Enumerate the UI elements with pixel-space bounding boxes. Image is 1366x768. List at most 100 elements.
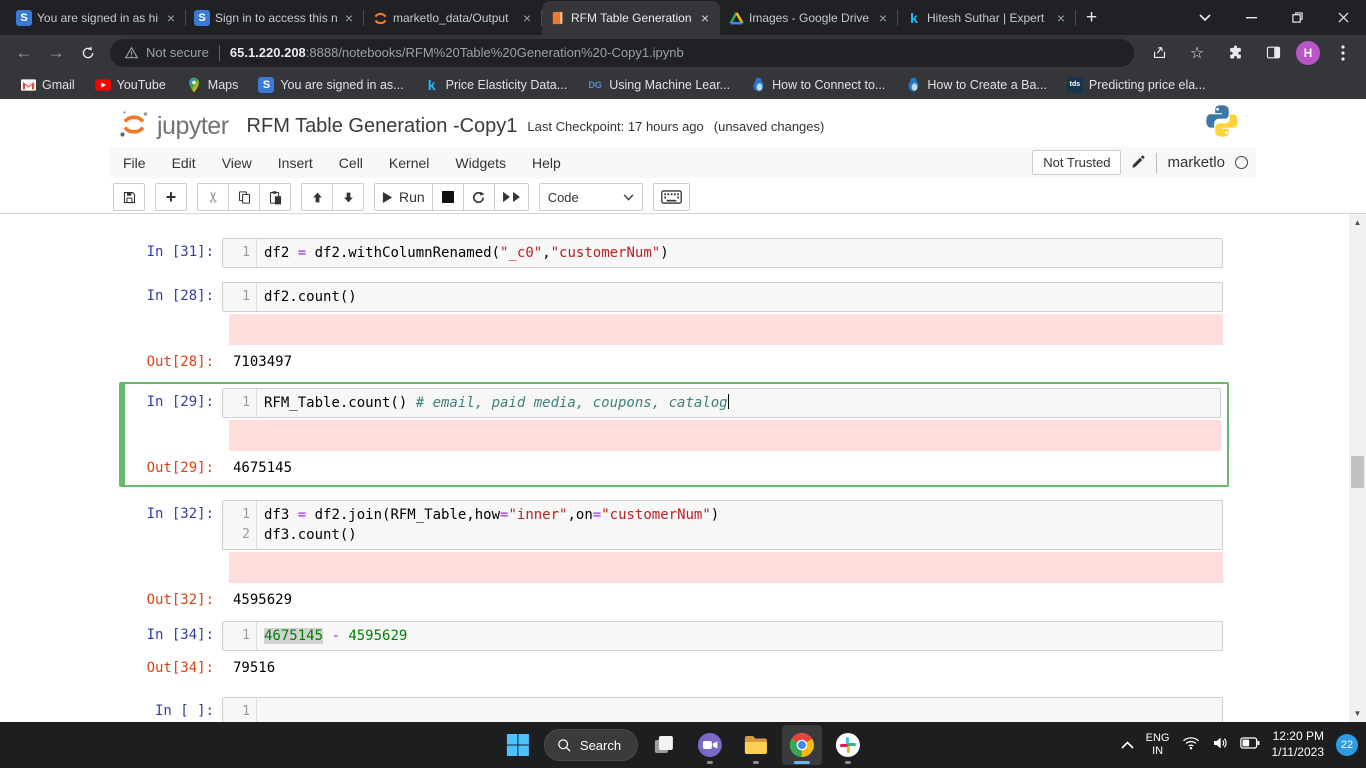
taskbar-search[interactable]: Search: [543, 729, 639, 761]
windows-taskbar: Search ENG IN 12:20 PM 1/11/2023 22: [0, 722, 1366, 768]
bookmark-youtube[interactable]: YouTube: [87, 75, 174, 95]
bookmark-star-icon[interactable]: ☆: [1182, 38, 1212, 68]
trust-status-button[interactable]: Not Trusted: [1032, 150, 1122, 175]
menu-edit[interactable]: Edit: [159, 149, 209, 177]
scrollbar-thumb[interactable]: [1351, 456, 1364, 488]
tab-jupyter-files[interactable]: marketlo_data/Output ×: [364, 1, 542, 35]
menu-help[interactable]: Help: [519, 149, 574, 177]
reload-icon[interactable]: [72, 37, 104, 69]
back-icon[interactable]: ←: [8, 37, 40, 69]
forward-icon[interactable]: →: [40, 37, 72, 69]
code-input[interactable]: 12 df3 = df2.join(RFM_Table,how="inner",…: [222, 500, 1223, 550]
bookmark-slack[interactable]: S You are signed in as...: [250, 75, 411, 95]
hidden-icons-chevron[interactable]: [1121, 738, 1134, 752]
extensions-puzzle-icon[interactable]: [1220, 38, 1250, 68]
bookmark-connect[interactable]: How to Connect to...: [742, 75, 893, 95]
task-view-button[interactable]: [644, 725, 684, 765]
tab-google-drive[interactable]: Images - Google Drive ×: [720, 1, 898, 35]
tab-slack-sign-in[interactable]: S Sign in to access this n ×: [186, 1, 364, 35]
tab-rfm-notebook-active[interactable]: RFM Table Generation ×: [542, 1, 720, 35]
jupyter-logo-icon[interactable]: [117, 107, 151, 146]
share-icon[interactable]: [1144, 38, 1174, 68]
menu-cell[interactable]: Cell: [326, 149, 376, 177]
slack-button[interactable]: [828, 725, 868, 765]
code-cell-in34[interactable]: In [34]: 1 4675145 - 4595629: [0, 621, 1349, 651]
copy-cell-button[interactable]: [228, 183, 260, 211]
new-tab-button[interactable]: +: [1076, 7, 1107, 35]
code-input[interactable]: 1 4675145 - 4595629: [222, 621, 1223, 651]
gmail-icon: [20, 77, 36, 93]
insert-cell-button[interactable]: +: [155, 183, 187, 211]
menu-file[interactable]: File: [110, 149, 159, 177]
scroll-down-arrow-icon[interactable]: ▼: [1349, 705, 1366, 722]
close-icon[interactable]: ×: [698, 10, 712, 26]
edit-title-pencil-icon[interactable]: [1131, 154, 1146, 172]
save-button[interactable]: [113, 183, 145, 211]
paste-cell-button[interactable]: [259, 183, 291, 211]
battery-icon[interactable]: [1239, 736, 1260, 754]
close-icon[interactable]: ×: [342, 10, 356, 26]
cut-cell-button[interactable]: ✂: [197, 183, 229, 211]
notebook-title[interactable]: RFM Table Generation -Copy1: [247, 115, 518, 138]
menu-kernel[interactable]: Kernel: [376, 149, 442, 177]
notification-badge[interactable]: 22: [1336, 734, 1358, 756]
interrupt-kernel-button[interactable]: [431, 183, 464, 211]
bookmark-kaggle[interactable]: k Price Elasticity Data...: [416, 75, 576, 95]
language-indicator[interactable]: ENG IN: [1146, 732, 1170, 758]
code-input[interactable]: 1 df2.count(): [222, 282, 1223, 312]
code-input[interactable]: 1 df2 = df2.withColumnRenamed("_c0","cus…: [222, 238, 1223, 268]
output-value: 4595629: [233, 592, 293, 608]
bookmark-tds[interactable]: tds Predicting price ela...: [1059, 75, 1214, 95]
url-bar[interactable]: Not secure 65.1.220.208:8888/notebooks/R…: [110, 38, 1134, 67]
menu-view[interactable]: View: [209, 149, 265, 177]
video-chat-app-button[interactable]: [690, 725, 730, 765]
scroll-up-arrow-icon[interactable]: ▲: [1349, 214, 1366, 231]
code-cell-in31[interactable]: In [31]: 1 df2 = df2.withColumnRenamed("…: [0, 238, 1349, 268]
move-cell-down-button[interactable]: [332, 183, 364, 211]
tab-kaggle-profile[interactable]: k Hitesh Suthar | Expert ×: [898, 1, 1076, 35]
code-cell-in28[interactable]: In [28]: 1 df2.count(): [0, 282, 1349, 312]
file-explorer-button[interactable]: [736, 725, 776, 765]
code-cell-in32[interactable]: In [32]: 12 df3 = df2.join(RFM_Table,how…: [0, 500, 1349, 550]
move-cell-up-button[interactable]: [301, 183, 333, 211]
output-prompt: Out[34]:: [146, 660, 214, 676]
restore-icon[interactable]: [1274, 0, 1320, 35]
restart-run-all-button[interactable]: [493, 183, 529, 211]
restart-kernel-button[interactable]: [462, 183, 495, 211]
selected-code-cell-in29[interactable]: In [29]: 1 RFM_Table.count() # email, pa…: [119, 382, 1229, 487]
code-input[interactable]: 1: [222, 697, 1223, 722]
volume-icon[interactable]: [1212, 736, 1228, 755]
chrome-button-active[interactable]: [782, 725, 823, 765]
menu-kebab-icon[interactable]: [1328, 38, 1358, 68]
empty-code-cell[interactable]: In [ ]: 1: [0, 697, 1349, 722]
close-window-icon[interactable]: [1320, 0, 1366, 35]
running-indicator: [707, 761, 714, 764]
bookmark-dg[interactable]: DG Using Machine Lear...: [579, 75, 738, 95]
menu-widgets[interactable]: Widgets: [442, 149, 519, 177]
tab-slack-signed-in[interactable]: S You are signed in as hi ×: [8, 1, 186, 35]
bookmark-gmail[interactable]: Gmail: [12, 75, 83, 95]
notebook-scrollbar[interactable]: ▲ ▼: [1349, 214, 1366, 722]
run-cell-button[interactable]: Run: [374, 183, 433, 211]
close-icon[interactable]: ×: [520, 10, 534, 26]
play-icon: [382, 191, 393, 203]
tab-title: Hitesh Suthar | Expert: [927, 11, 1045, 25]
bookmark-create[interactable]: How to Create a Ba...: [897, 75, 1055, 95]
command-palette-button[interactable]: [652, 183, 690, 211]
close-icon[interactable]: ×: [164, 10, 178, 26]
profile-avatar[interactable]: H: [1296, 40, 1320, 65]
cell-type-dropdown[interactable]: Code: [538, 183, 643, 211]
close-icon[interactable]: ×: [1054, 10, 1068, 26]
start-button[interactable]: [498, 725, 538, 765]
jupyter-logo-text[interactable]: jupyter: [157, 112, 229, 141]
side-panel-icon[interactable]: [1258, 38, 1288, 68]
line-number: 1: [223, 389, 257, 417]
minimize-icon[interactable]: [1228, 0, 1274, 35]
wifi-icon[interactable]: [1182, 736, 1200, 755]
clock[interactable]: 12:20 PM 1/11/2023: [1272, 729, 1325, 760]
menu-insert[interactable]: Insert: [265, 149, 326, 177]
code-input-editing[interactable]: 1 RFM_Table.count() # email, paid media,…: [222, 388, 1221, 418]
bookmark-maps[interactable]: Maps: [178, 75, 247, 95]
tab-search-chevron-icon[interactable]: [1182, 0, 1228, 35]
close-icon[interactable]: ×: [876, 10, 890, 26]
